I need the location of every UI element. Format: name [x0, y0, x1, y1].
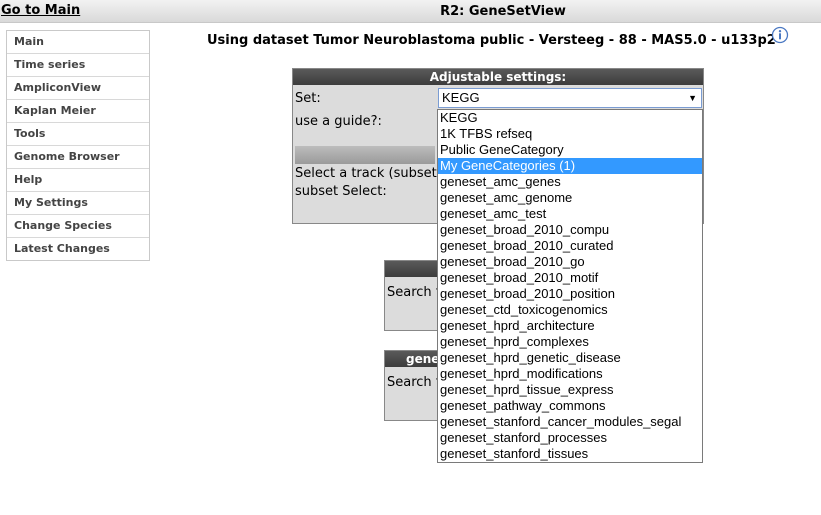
subset-label: subset Select: — [295, 184, 387, 199]
dropdown-option[interactable]: My GeneCategories (1) — [438, 158, 702, 174]
track-label: Select a track (subset) — [295, 166, 442, 181]
sidebar-item-help[interactable]: Help — [7, 169, 149, 192]
top-bar: Go to Main R2: GeneSetView — [0, 0, 821, 23]
sidebar: Main Time series AmpliconView Kaplan Mei… — [6, 30, 150, 261]
dropdown-option[interactable]: geneset_hprd_tissue_express — [438, 382, 702, 398]
search-panel-2-label: Search f — [387, 375, 441, 390]
search-panel-1: Search f — [384, 260, 444, 331]
dropdown-option[interactable]: geneset_stanford_cancer_modules_segal — [438, 414, 702, 430]
guide-header-bar — [295, 146, 435, 164]
dropdown-option[interactable]: KEGG — [438, 110, 702, 126]
set-dropdown-list[interactable]: KEGG 1K TFBS refseq Public GeneCategory My … — [437, 109, 703, 463]
sidebar-item-ampliconview[interactable]: AmpliconView — [7, 77, 149, 100]
dropdown-option[interactable]: geneset_pathway_commons — [438, 398, 702, 414]
set-select-value: KEGG — [442, 90, 480, 105]
info-icon[interactable] — [771, 26, 789, 44]
sidebar-item-genome-browser[interactable]: Genome Browser — [7, 146, 149, 169]
dropdown-option[interactable]: geneset_amc_genes — [438, 174, 702, 190]
search-panel-2: gene Search f — [384, 350, 444, 421]
dropdown-option[interactable]: geneset_broad_2010_go — [438, 254, 702, 270]
search-panel-2-header: gene — [385, 351, 443, 367]
dropdown-option[interactable]: geneset_hprd_genetic_disease — [438, 350, 702, 366]
sidebar-item-tools[interactable]: Tools — [7, 123, 149, 146]
search-panel-1-header — [385, 261, 443, 277]
dropdown-option[interactable]: geneset_broad_2010_compu — [438, 222, 702, 238]
dropdown-option[interactable]: Public GeneCategory — [438, 142, 702, 158]
dropdown-option[interactable]: geneset_amc_test — [438, 206, 702, 222]
set-label: Set: — [295, 91, 321, 106]
dropdown-option[interactable]: geneset_hprd_complexes — [438, 334, 702, 350]
dataset-heading: Using dataset Tumor Neuroblastoma public… — [207, 33, 776, 48]
dropdown-option[interactable]: geneset_hprd_modifications — [438, 366, 702, 382]
dropdown-option[interactable]: geneset_broad_2010_position — [438, 286, 702, 302]
dropdown-option[interactable]: geneset_stanford_processes — [438, 430, 702, 446]
sidebar-item-latest-changes[interactable]: Latest Changes — [7, 238, 149, 260]
sidebar-item-kaplan-meier[interactable]: Kaplan Meier — [7, 100, 149, 123]
search-panel-1-label: Search f — [387, 285, 441, 300]
sidebar-item-main[interactable]: Main — [7, 31, 149, 54]
dropdown-option[interactable]: geneset_stanford_tissues — [438, 446, 702, 462]
dropdown-option[interactable]: geneset_broad_2010_curated — [438, 238, 702, 254]
sidebar-item-change-species[interactable]: Change Species — [7, 215, 149, 238]
set-select[interactable]: KEGG ▼ — [438, 88, 702, 108]
dropdown-option[interactable]: geneset_hprd_architecture — [438, 318, 702, 334]
dropdown-option[interactable]: geneset_ctd_toxicogenomics — [438, 302, 702, 318]
chevron-down-icon: ▼ — [688, 93, 697, 103]
dropdown-option[interactable]: 1K TFBS refseq — [438, 126, 702, 142]
page-title: R2: GeneSetView — [440, 4, 566, 19]
dropdown-option[interactable]: geneset_amc_genome — [438, 190, 702, 206]
sidebar-item-my-settings[interactable]: My Settings — [7, 192, 149, 215]
dropdown-option[interactable]: geneset_broad_2010_motif — [438, 270, 702, 286]
guide-label: use a guide?: — [295, 114, 382, 129]
sidebar-item-time-series[interactable]: Time series — [7, 54, 149, 77]
settings-panel-header: Adjustable settings: — [293, 69, 703, 85]
